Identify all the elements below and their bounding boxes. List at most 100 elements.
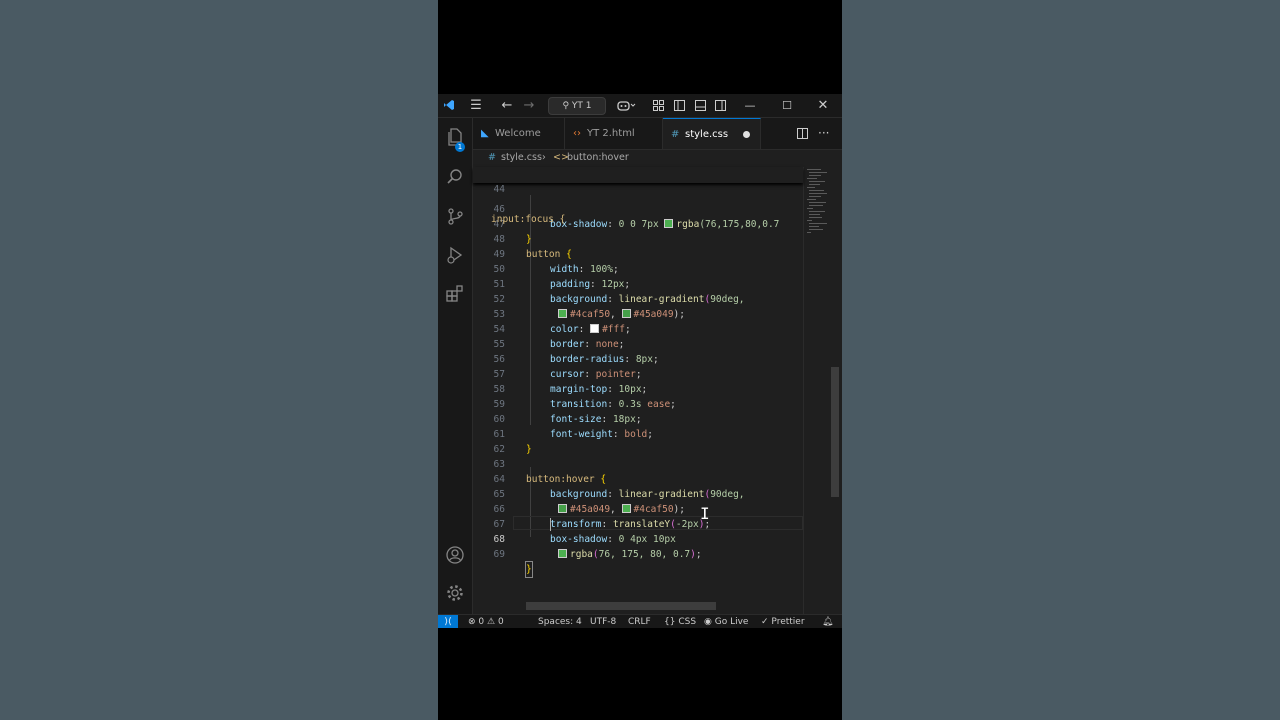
sticky-scroll[interactable]: 44 input:focus { — [473, 167, 803, 225]
encoding-status[interactable]: UTF-8 — [590, 615, 616, 628]
title-bar: ☰ ← → ⚲ YT 1 — ☐ ✕ — [438, 94, 842, 118]
minimap-line — [807, 169, 821, 170]
css-file-icon: # — [488, 152, 496, 163]
go-live-label: Go Live — [714, 617, 749, 627]
minimap-line — [809, 181, 825, 182]
code-line: 55 border-radius: 8px; — [473, 322, 803, 365]
breadcrumb-file[interactable]: style.css — [501, 149, 542, 167]
error-count: 0 — [478, 617, 485, 627]
tab-label: Welcome — [495, 128, 541, 139]
minimap-line — [809, 190, 824, 191]
code-line: 58 transition: 0.3s ease; — [473, 367, 803, 410]
code-line: 69 } — [473, 532, 803, 578]
language-label: CSS — [678, 617, 697, 627]
notifications-bell-icon[interactable]: 🔔︎ — [822, 615, 833, 628]
prettier-status[interactable]: ✓ Prettier — [761, 615, 805, 628]
minimap-line — [807, 232, 811, 233]
minimap-line — [809, 175, 821, 176]
unsaved-dot-icon[interactable] — [743, 131, 750, 138]
error-icon: ⊗ — [468, 617, 476, 627]
warning-icon: ⚠ — [487, 617, 496, 627]
close-icon[interactable]: ✕ — [814, 94, 832, 117]
go-live-button[interactable]: ◉ Go Live — [704, 615, 748, 628]
vertical-scrollbar[interactable] — [831, 367, 839, 497]
toggle-secondary-sidebar-icon[interactable] — [713, 94, 727, 117]
vscode-icon: ◣ — [481, 128, 489, 139]
more-actions-icon[interactable]: ··· — [818, 118, 834, 149]
remote-icon[interactable]: ⟩⟨ — [438, 615, 458, 628]
eol-status[interactable]: CRLF — [628, 615, 651, 628]
command-center-search[interactable]: ⚲ YT 1 — [548, 97, 606, 115]
account-icon[interactable] — [438, 538, 472, 572]
code-line: 52 #4caf50, #45a049); — [473, 277, 803, 320]
code-line: 67 box-shadow: 0 4px 10px — [473, 502, 803, 545]
language-status[interactable]: {} CSS — [664, 615, 696, 628]
breadcrumb: # style.css › <> button:hover — [473, 149, 842, 167]
search-icon[interactable] — [438, 160, 472, 194]
sticky-code: input:focus { — [491, 197, 565, 242]
code-editor[interactable]: 44 input:focus { 46 box-shadow: 0 0 7px … — [473, 167, 842, 614]
problems-indicator[interactable]: ⊗ 0 ⚠ 0 — [468, 615, 504, 628]
line-code: rgba(76, 175, 80, 0.7); — [558, 547, 702, 562]
mouse-ibeam-cursor: I — [700, 504, 710, 523]
token: rgba — [570, 549, 593, 560]
breadcrumb-symbol[interactable]: button:hover — [567, 149, 629, 167]
back-arrow-icon[interactable]: ← — [498, 94, 516, 117]
html-icon: ‹› — [573, 128, 581, 139]
line-number: 69 — [493, 549, 505, 560]
indentation-status[interactable]: Spaces: 4 — [538, 615, 582, 628]
search-label: YT 1 — [571, 101, 592, 111]
minimap-line — [807, 187, 815, 188]
minimap-line — [809, 217, 822, 218]
tab-label: YT 2.html — [587, 128, 635, 139]
braces-icon: {} — [664, 617, 676, 627]
code-line: 68 rgba(76, 175, 80, 0.7); — [473, 517, 803, 560]
toggle-panel-icon[interactable] — [693, 94, 707, 117]
color-swatch[interactable] — [558, 549, 567, 558]
customize-layout-icon[interactable] — [651, 94, 665, 117]
run-debug-icon[interactable] — [438, 238, 472, 272]
minimap-line — [809, 223, 827, 224]
minimap-line — [807, 178, 817, 179]
maximize-icon[interactable]: ☐ — [778, 94, 796, 117]
code-line: 65 #45a049, #4caf50); — [473, 472, 803, 515]
minimap-line — [809, 214, 820, 215]
copilot-icon[interactable] — [614, 94, 640, 117]
line-code: } — [525, 561, 533, 578]
token: 76, 175, 80, 0.7 — [598, 549, 691, 560]
minimap-line — [809, 184, 820, 185]
code-line: 66 transform: translateY(-2px); — [473, 487, 803, 530]
minimap[interactable] — [803, 167, 830, 614]
minimap-line — [807, 220, 812, 221]
code-line: 62 — [473, 427, 803, 455]
source-control-icon[interactable] — [438, 199, 472, 233]
minimap-line — [807, 208, 813, 209]
forward-arrow-icon[interactable]: → — [520, 94, 538, 117]
minimap-line — [809, 202, 826, 203]
minimap-line — [809, 211, 825, 212]
menu-icon[interactable]: ☰ — [466, 94, 486, 117]
minimap-line — [809, 196, 821, 197]
split-editor-icon[interactable] — [797, 118, 811, 149]
tab-style-css[interactable]: # style.css — [663, 118, 761, 149]
activity-bar: 1 — [438, 118, 473, 614]
minimap-line — [807, 199, 816, 200]
status-bar: ⟩⟨ ⊗ 0 ⚠ 0 Spaces: 4 UTF-8 CRLF {} CSS ◉… — [438, 614, 842, 628]
text-cursor — [550, 518, 551, 531]
code-line: 53 color: #fff; — [473, 292, 803, 335]
code-line: 56 cursor: pointer; — [473, 337, 803, 380]
minimap-line — [809, 193, 827, 194]
css-icon: # — [671, 129, 680, 140]
settings-gear-icon[interactable] — [438, 576, 472, 610]
minimize-icon[interactable]: — — [741, 94, 759, 117]
line-number: 44 — [493, 184, 505, 195]
prettier-label: Prettier — [771, 617, 805, 627]
code-line: 64 background: linear-gradient(90deg, — [473, 457, 803, 500]
explorer-icon[interactable]: 1 — [438, 120, 472, 154]
tab-welcome[interactable]: ◣ Welcome — [473, 118, 565, 149]
extensions-icon[interactable] — [438, 277, 472, 311]
toggle-sidebar-icon[interactable] — [672, 94, 686, 117]
broadcast-icon: ◉ — [704, 617, 712, 627]
horizontal-scrollbar[interactable] — [526, 602, 716, 610]
tab-yt2-html[interactable]: ‹› YT 2.html — [565, 118, 663, 149]
